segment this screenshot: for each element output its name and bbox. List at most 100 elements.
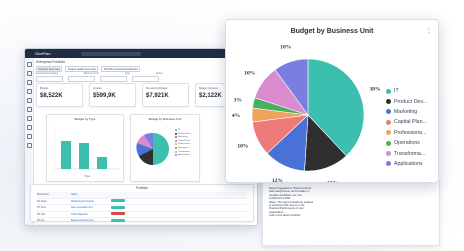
- legend-item[interactable]: Transforma...: [175, 150, 192, 153]
- legend-item[interactable]: Applications: [175, 154, 192, 157]
- pie-data-label: 38%: [369, 86, 380, 92]
- pie-data-label: 13%: [327, 181, 338, 182]
- budget-by-unit-mini-panel: Budget by Business Unit IT Product Dev..…: [130, 114, 200, 182]
- kpi-value: $8,522K: [40, 93, 63, 99]
- legend-swatch: [175, 132, 177, 135]
- folder-icon[interactable]: [26, 80, 32, 85]
- filter-dropdown[interactable]: [132, 76, 159, 82]
- table-row[interactable]: DT-Fin Budget Planning Tool: [37, 218, 247, 225]
- legend-item[interactable]: IT: [175, 129, 192, 131]
- pie-data-label: 10%: [280, 45, 291, 51]
- plan-name-link[interactable]: Marketing Automation: [71, 200, 111, 203]
- legend-item-marketing[interactable]: Marketing: [386, 107, 427, 117]
- filter-dropdown[interactable]: [68, 76, 95, 82]
- legend-label: Operations: [178, 146, 189, 149]
- legend-label: Applications: [394, 160, 423, 167]
- portfolio-panel: Portfolio Plan Name Name DT-Sales Market…: [30, 184, 254, 225]
- legend-label: Transforma...: [178, 150, 191, 153]
- legend-label: Marketing: [394, 108, 418, 115]
- list-icon[interactable]: [26, 125, 32, 130]
- column-header[interactable]: Name: [71, 193, 111, 196]
- pie-data-label: 10%: [244, 71, 255, 77]
- plan-id: DT-Fin: [37, 219, 45, 223]
- plan-name-link[interactable]: Next Generation Pro: [71, 206, 111, 209]
- column-header[interactable]: Plan Name: [37, 193, 71, 196]
- plan-name-link[interactable]: Budget Planning Tool: [71, 219, 111, 222]
- bar[interactable]: [61, 141, 71, 169]
- legend-item[interactable]: Operations: [175, 146, 192, 149]
- legend-item-capital-plan[interactable]: Capital Plan...: [386, 117, 427, 127]
- title-bar: OnePlan •••: [25, 49, 257, 58]
- kpi-label: Budget: [40, 87, 49, 90]
- legend-item[interactable]: Marketing: [175, 136, 192, 139]
- filter-labels: Investment Category Business Unit Type S…: [36, 72, 163, 75]
- filter-label: Investment Category: [36, 72, 59, 75]
- budget-by-type-chart: Type: [54, 127, 119, 178]
- bar[interactable]: [79, 143, 89, 169]
- filter-label: Business Unit: [84, 72, 99, 75]
- filter-dropdowns: [36, 76, 159, 82]
- chart-legend: IT Product Dev... Marketing Capital Plan…: [386, 86, 427, 169]
- more-options-icon[interactable]: ⋮: [426, 27, 432, 34]
- page-title: Enterprise Portfolio: [36, 60, 65, 64]
- legend-swatch: [175, 154, 177, 157]
- legend-swatch: [386, 119, 391, 125]
- report-icon[interactable]: [26, 134, 32, 139]
- calendar-icon[interactable]: [26, 89, 32, 94]
- filter-dropdown[interactable]: [100, 76, 127, 82]
- legend-item-product-dev[interactable]: Product Dev...: [386, 96, 427, 106]
- search-input[interactable]: [80, 51, 141, 56]
- kpi-row: Budget $8,522K Actuals $599,9K Remaining…: [36, 83, 242, 107]
- status-chip: [111, 218, 125, 222]
- bar[interactable]: [97, 157, 107, 169]
- legend-label: Operations: [394, 140, 420, 147]
- legend-label: IT: [394, 88, 399, 95]
- legend-swatch: [386, 88, 391, 94]
- status-cell: [111, 199, 139, 203]
- budget-by-unit-card: Budget by Business Unit ⋮ 38%13%12%10%4%…: [225, 19, 439, 183]
- mini-pie-chart: [136, 132, 169, 165]
- legend-item-transformation[interactable]: Transforma...: [386, 148, 427, 158]
- chart-icon[interactable]: [26, 98, 32, 103]
- legend-label: Applications: [178, 154, 190, 157]
- legend-swatch: [175, 129, 177, 131]
- filter-label: Status: [155, 72, 163, 75]
- kpi-label: Remaining Budget: [146, 87, 168, 90]
- legend-label: Product Dev...: [178, 132, 192, 135]
- legend-label: Capital Plan...: [178, 139, 192, 142]
- status-chip: [111, 212, 125, 216]
- kpi-card: Budget $8,522K: [36, 83, 83, 107]
- panel-title: Budget by Business Unit: [148, 117, 182, 121]
- document-icon[interactable]: [26, 116, 32, 121]
- legend-item-professional[interactable]: Professiona...: [386, 128, 427, 138]
- legend-swatch: [386, 130, 391, 136]
- budget-by-type-panel: Budget by Type Type: [46, 114, 124, 182]
- legend-label: Professiona...: [178, 143, 192, 146]
- status-cell: [111, 205, 139, 210]
- panel-title: Portfolio: [136, 186, 148, 190]
- legend-item-operations[interactable]: Operations: [386, 138, 427, 148]
- legend-swatch: [386, 161, 391, 167]
- settings-icon[interactable]: [26, 143, 32, 148]
- pie-data-label: 4%: [232, 113, 240, 119]
- home-icon[interactable]: [26, 62, 32, 67]
- doc-line[interactable]: Learn more about OnePlan: [269, 214, 439, 217]
- legend-swatch: [386, 140, 391, 146]
- kpi-label: Actuals: [93, 87, 102, 90]
- legend-item[interactable]: Capital Plan...: [175, 139, 192, 142]
- legend-swatch: [175, 139, 177, 142]
- people-icon[interactable]: [26, 107, 32, 112]
- plan-id: DT-Ops: [37, 212, 46, 216]
- legend-item-it[interactable]: IT: [386, 86, 427, 96]
- pie-data-label: 12%: [272, 178, 283, 182]
- filter-dropdown[interactable]: [36, 76, 63, 82]
- pie-chart: 38% 13% 12% 10% 4% 3% 10% 10%: [232, 45, 381, 182]
- grid-icon[interactable]: [26, 71, 32, 76]
- legend-item[interactable]: Professiona...: [175, 143, 192, 146]
- legend-item[interactable]: Product Dev...: [175, 132, 192, 135]
- plan-name-link[interactable]: Cloud Migration: [71, 213, 111, 216]
- legend-item-applications[interactable]: Applications: [386, 159, 427, 169]
- status-cell: [111, 218, 139, 223]
- legend-swatch: [386, 99, 391, 105]
- kpi-value: $7,921K: [146, 93, 169, 99]
